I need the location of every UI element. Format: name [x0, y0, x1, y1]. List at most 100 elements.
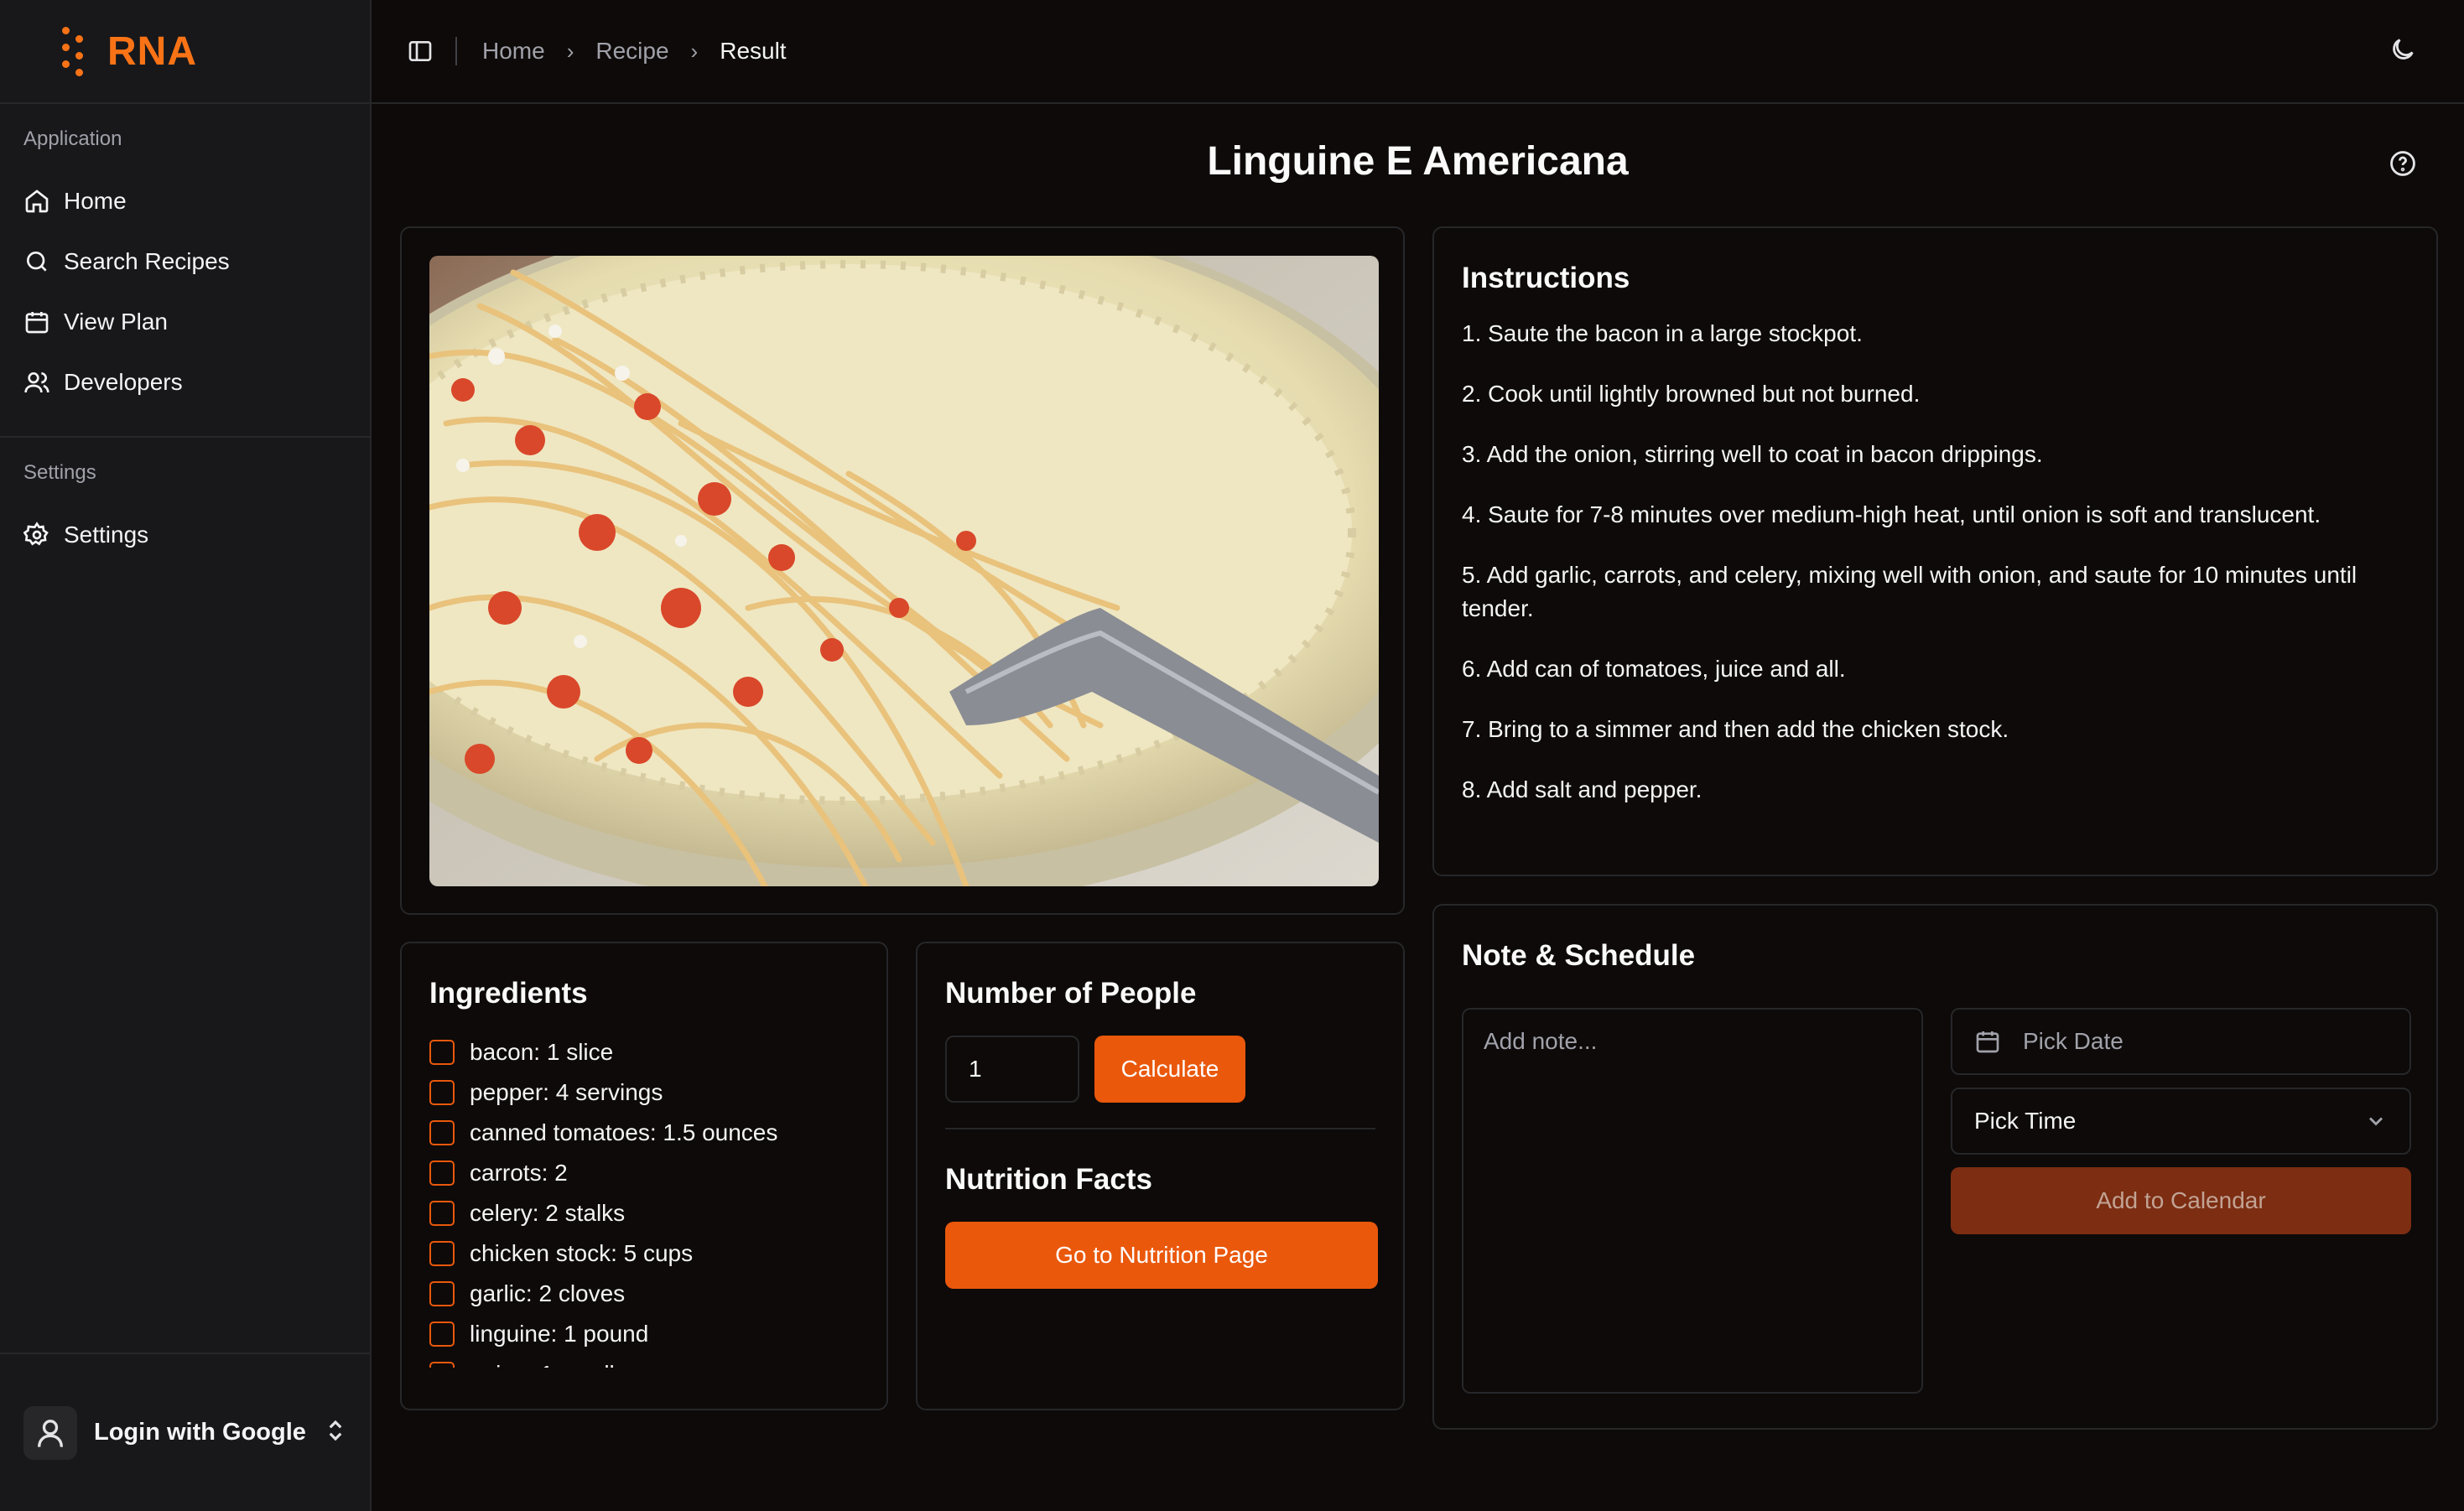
page-title: Linguine E Americana — [1207, 139, 1629, 184]
help-circle-icon — [2390, 151, 2415, 176]
sidebar-item-search-recipes[interactable]: Search Recipes — [0, 231, 370, 292]
nav-group-application: Application Home Search Recipes View Pla… — [0, 104, 370, 436]
instruction-step: 5. Add garlic, carrots, and celery, mixi… — [1462, 562, 2357, 621]
people-title: Number of People — [945, 977, 1197, 1010]
home-icon — [25, 190, 49, 213]
sidebar-item-label: Search Recipes — [64, 248, 230, 274]
divider — [455, 37, 457, 65]
login-label: Login with Google — [94, 1419, 306, 1446]
ingredient-checkbox[interactable] — [429, 1281, 455, 1306]
pick-date-button[interactable]: Pick Date — [1951, 1008, 2411, 1075]
avatar — [23, 1405, 77, 1460]
ingredient-item: garlic: 2 cloves — [429, 1274, 859, 1314]
note-schedule-card: Note & Schedule Add note... Pick Date Pi… — [1432, 904, 2438, 1430]
chevron-up-down-icon — [323, 1418, 348, 1447]
user-icon — [38, 1419, 63, 1447]
instructions-card: Instructions 1. Saute the bacon in a lar… — [1432, 226, 2438, 876]
ingredient-checkbox[interactable] — [429, 1040, 455, 1065]
instruction-step: 8. Add salt and pepper. — [1462, 776, 1702, 802]
brand-name: RNA — [107, 29, 197, 74]
calculate-button[interactable]: Calculate — [1094, 1036, 1245, 1103]
ingredient-label: linguine: 1 pound — [470, 1321, 649, 1347]
ingredient-item: linguine: 1 pound — [429, 1314, 859, 1354]
ingredient-item: pepper: 4 servings — [429, 1072, 859, 1113]
ingredient-checkbox[interactable] — [429, 1080, 455, 1105]
ingredient-label: carrots: 2 — [470, 1160, 568, 1186]
login-with-google-button[interactable]: Login with Google — [0, 1353, 372, 1511]
note-title: Note & Schedule — [1462, 939, 1696, 972]
gear-icon — [23, 522, 49, 546]
users-icon — [24, 372, 49, 393]
sidebar-item-label: View Plan — [64, 309, 169, 335]
moon-icon — [2393, 39, 2414, 60]
breadcrumb-current: Result — [720, 38, 787, 64]
instruction-step: 2. Cook until lightly browned but not bu… — [1462, 381, 1921, 407]
sidebar-item-settings[interactable]: Settings — [0, 505, 370, 565]
ingredient-checkbox[interactable] — [429, 1161, 455, 1186]
brand[interactable]: RNA — [0, 0, 370, 104]
ingredient-checkbox[interactable] — [429, 1201, 455, 1226]
help-button[interactable] — [2389, 149, 2419, 179]
pick-time-label: Pick Time — [1974, 1108, 2077, 1134]
chevron-right-icon: › — [690, 38, 699, 64]
ingredient-item: bacon: 1 slice — [429, 1032, 859, 1072]
ingredient-label: chicken stock: 5 cups — [470, 1240, 694, 1266]
sidebar-item-label: Settings — [64, 522, 149, 548]
people-row: Calculate — [945, 1036, 1375, 1103]
ingredient-item: canned tomatoes: 1.5 ounces — [429, 1113, 859, 1153]
sidebar-item-label: Home — [64, 188, 127, 214]
sidebar-item-view-plan[interactable]: View Plan — [0, 292, 370, 352]
nutrition-page-button[interactable]: Go to Nutrition Page — [945, 1222, 1378, 1289]
add-to-calendar-button[interactable]: Add to Calendar — [1951, 1167, 2411, 1234]
ingredient-checkbox[interactable] — [429, 1362, 455, 1368]
sidebar-item-home[interactable]: Home — [0, 171, 370, 231]
breadcrumb-recipe[interactable]: Recipe — [595, 38, 668, 65]
number-of-people-card: Number of People Calculate Nutrition Fac… — [916, 942, 1405, 1410]
pick-time-select[interactable]: Pick Time — [1951, 1088, 2411, 1155]
group-label: Settings — [23, 461, 96, 484]
note-textarea[interactable]: Add note... — [1462, 1008, 1923, 1394]
ingredient-item: carrots: 2 — [429, 1153, 859, 1193]
nav-group-settings: Settings Settings — [0, 436, 370, 589]
ingredients-list[interactable]: bacon: 1 slice pepper: 4 servings canned… — [429, 1032, 859, 1368]
instruction-step: 1. Saute the bacon in a large stockpot. — [1462, 320, 1863, 346]
ingredient-checkbox[interactable] — [429, 1321, 455, 1347]
instruction-step: 6. Add can of tomatoes, juice and all. — [1462, 656, 1846, 682]
recipe-image — [429, 256, 1379, 886]
divider — [945, 1128, 1375, 1129]
nutrition-title: Nutrition Facts — [945, 1163, 1152, 1196]
ingredient-label: bacon: 1 slice — [470, 1039, 614, 1065]
ingredients-card: Ingredients bacon: 1 slice pepper: 4 ser… — [400, 942, 888, 1410]
ingredient-item: celery: 2 stalks — [429, 1193, 859, 1233]
sidebar-toggle-button[interactable] — [403, 34, 437, 68]
ingredient-item: onion: 1 small — [429, 1354, 859, 1368]
calendar-icon — [1976, 1031, 1999, 1053]
topbar: Home › Recipe › Result — [372, 0, 2464, 104]
people-count-input[interactable] — [945, 1036, 1079, 1103]
sidebar-item-developers[interactable]: Developers — [0, 352, 370, 413]
ingredient-item: chicken stock: 5 cups — [429, 1233, 859, 1274]
sidebar: RNA Application Home Search Recipes View… — [0, 0, 372, 1511]
search-icon — [27, 252, 47, 272]
theme-toggle-button[interactable] — [2389, 35, 2422, 69]
breadcrumb-home[interactable]: Home — [482, 38, 545, 65]
ingredient-label: canned tomatoes: 1.5 ounces — [470, 1119, 778, 1145]
ingredient-label: onion: 1 small — [470, 1361, 615, 1368]
group-label: Application — [23, 127, 122, 150]
ingredient-checkbox[interactable] — [429, 1120, 455, 1145]
ingredient-checkbox[interactable] — [429, 1241, 455, 1266]
pick-date-label: Pick Date — [2023, 1028, 2124, 1054]
breadcrumb: Home › Recipe › Result — [482, 38, 787, 65]
ingredients-title: Ingredients — [429, 977, 588, 1010]
instructions-title: Instructions — [1462, 262, 1630, 294]
ingredient-label: pepper: 4 servings — [470, 1079, 663, 1105]
ingredient-label: celery: 2 stalks — [470, 1200, 626, 1226]
instruction-step: 4. Saute for 7-8 minutes over medium-hig… — [1462, 501, 2321, 527]
sidebar-panel-icon — [408, 41, 432, 61]
chevron-right-icon: › — [566, 38, 574, 64]
calendar-icon — [25, 312, 49, 334]
logo-icon — [57, 25, 91, 77]
recipe-image-card — [400, 226, 1405, 915]
sidebar-item-label: Developers — [64, 369, 183, 395]
instructions-list: 1. Saute the bacon in a large stockpot. … — [1462, 317, 2409, 807]
